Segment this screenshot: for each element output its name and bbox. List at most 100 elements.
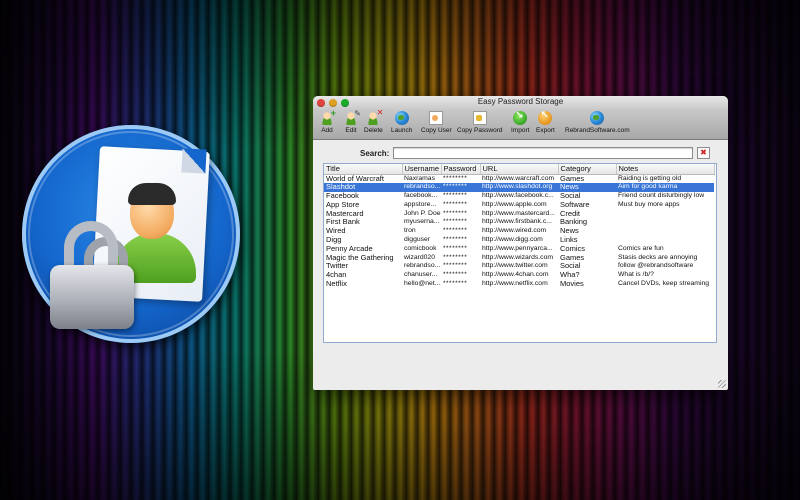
cell-password: ******** [443, 200, 468, 208]
copy-password-button[interactable]: Copy Password [457, 111, 503, 134]
window-title: Easy Password Storage [477, 97, 564, 106]
cell-url: http://www.twitter.com [482, 262, 548, 270]
add-label: Add [321, 127, 333, 134]
cell-notes: Cancel DVDs, keep streaming [618, 280, 710, 288]
table-row[interactable]: Wired tron ******** http://www.wired.com New… [324, 227, 714, 236]
column-header-category[interactable]: Category [558, 164, 617, 175]
cell-username: tron [404, 227, 416, 235]
passwords-table: Title Username Password URL Category Not… [323, 163, 717, 343]
cell-category: Wha? [560, 271, 580, 280]
table-row[interactable]: First Bank myuserna... ******** http://www.… [324, 218, 714, 227]
cell-password: ******** [443, 262, 468, 270]
cell-category: Social [560, 262, 581, 271]
cell-category: Credit [560, 209, 581, 218]
cell-url: http://www.wired.com [482, 227, 547, 235]
column-header-notes[interactable]: Notes [616, 164, 715, 175]
cell-username: chanuser... [404, 271, 438, 279]
copy-user-button[interactable]: Copy User [421, 111, 452, 134]
cell-category: News [560, 227, 579, 236]
copy-password-icon [472, 111, 487, 125]
table-row[interactable]: Slashdot rebrandso... ******** http://www.s… [324, 183, 714, 193]
table-row[interactable]: Facebook facebook... ******** http://www.fa… [324, 192, 714, 201]
launch-button[interactable]: Launch [391, 111, 412, 134]
clear-search-button[interactable]: ✖ [697, 147, 710, 159]
cell-password: ******** [443, 218, 468, 226]
delete-button[interactable]: Delete [364, 108, 383, 134]
export-label: Export [536, 127, 555, 134]
cell-url: http://www.wizards.com [482, 253, 554, 261]
app-window: Easy Password Storage Add Edit Delete La… [313, 96, 728, 390]
cell-title: Slashdot [324, 183, 402, 193]
cell-url: http://www.warcraft.com [482, 174, 555, 182]
cell-title: Mastercard [326, 209, 364, 218]
cell-category: Games [560, 174, 585, 183]
cell-title: Facebook [326, 192, 359, 201]
cell-password: ******** [443, 227, 468, 235]
cell-category: Software [560, 200, 590, 209]
export-button[interactable]: Export [536, 110, 555, 134]
edit-user-icon [344, 109, 361, 125]
cell-category: Games [560, 253, 585, 262]
table-row[interactable]: Magic the Gathering wizard020 ******** http… [324, 254, 714, 263]
person-hair-icon [128, 183, 176, 205]
table-row[interactable]: Digg digguser ******** http://www.digg.com L… [324, 236, 714, 245]
resize-grip[interactable] [718, 380, 726, 388]
cell-url: http://www.4chan.com [482, 271, 549, 279]
cell-category: Links [560, 236, 578, 245]
column-header-username[interactable]: Username [402, 164, 442, 175]
launch-label: Launch [391, 127, 413, 134]
cell-title: Netflix [326, 280, 347, 289]
table-row[interactable]: Mastercard John P. Doe ******** http://www.… [324, 210, 714, 219]
cell-password: ******** [443, 236, 468, 244]
cell-category: News [558, 183, 616, 193]
cell-username: Naxramas [404, 174, 435, 182]
add-button[interactable]: Add [320, 108, 336, 134]
cell-title: Penny Arcade [326, 244, 373, 253]
table-row[interactable]: App Store appstore... ******** http://www.a… [324, 201, 714, 210]
cell-url: http://www.netflix.com [482, 280, 548, 288]
table-header-row: Title Username Password URL Category Not… [324, 164, 715, 175]
cell-notes: Aim for good karma [616, 183, 714, 193]
app-logo-icon [22, 125, 240, 343]
column-header-password[interactable]: Password [441, 164, 481, 175]
table-row[interactable]: 4chan chanuser... ******** http://www.4chan… [324, 271, 714, 280]
edit-label: Edit [345, 127, 357, 134]
column-header-title[interactable]: Title [324, 164, 403, 175]
copy-user-icon [429, 111, 444, 125]
rebrand-label: RebrandSoftware.com [565, 127, 630, 134]
table-row[interactable]: Penny Arcade comicbook ******** http://www.… [324, 245, 714, 254]
cell-username: wizard020 [404, 253, 435, 261]
cell-password: ******** [443, 192, 468, 200]
column-header-url[interactable]: URL [480, 164, 559, 175]
cell-category: Movies [560, 280, 584, 289]
export-arrow-icon [538, 110, 553, 125]
cell-title: World of Warcraft [326, 174, 384, 183]
cell-title: Wired [326, 227, 346, 236]
cell-username: appstore... [404, 200, 437, 208]
cell-username: hello@net... [404, 280, 441, 288]
table-row[interactable]: World of Warcraft Naxramas ******** http://… [324, 174, 714, 183]
cell-username: myuserna... [404, 218, 440, 226]
copy-user-label: Copy User [421, 127, 452, 134]
cell-notes: What is /b/? [618, 271, 654, 279]
search-input[interactable] [393, 147, 693, 159]
cell-title: 4chan [326, 271, 347, 280]
toolbar: Add Edit Delete Launch Copy User Copy Pa… [313, 108, 728, 140]
cell-url: http://www.pennyarca... [482, 244, 553, 252]
table-row[interactable]: Twitter rebrandso... ******** http://www.tw… [324, 262, 714, 271]
cell-password: ******** [443, 280, 468, 288]
cell-password: ******** [441, 183, 480, 193]
edit-button[interactable]: Edit [344, 109, 361, 134]
cell-url: http://www.mastercard... [482, 209, 555, 217]
title-bar[interactable]: Easy Password Storage [313, 96, 728, 110]
rebrand-link-button[interactable]: RebrandSoftware.com [565, 111, 630, 134]
search-row: Search: ✖ [313, 145, 728, 163]
cell-title: First Bank [326, 218, 360, 227]
cell-url: http://www.facebook.c... [482, 192, 554, 200]
cell-title: App Store [326, 200, 360, 209]
import-button[interactable]: Import [511, 110, 529, 134]
cell-notes [616, 227, 714, 236]
cell-notes [616, 210, 714, 219]
cell-url: http://www.slashdot.org [480, 183, 558, 193]
table-row[interactable]: Netflix hello@net... ******** http://www.ne… [324, 280, 714, 289]
